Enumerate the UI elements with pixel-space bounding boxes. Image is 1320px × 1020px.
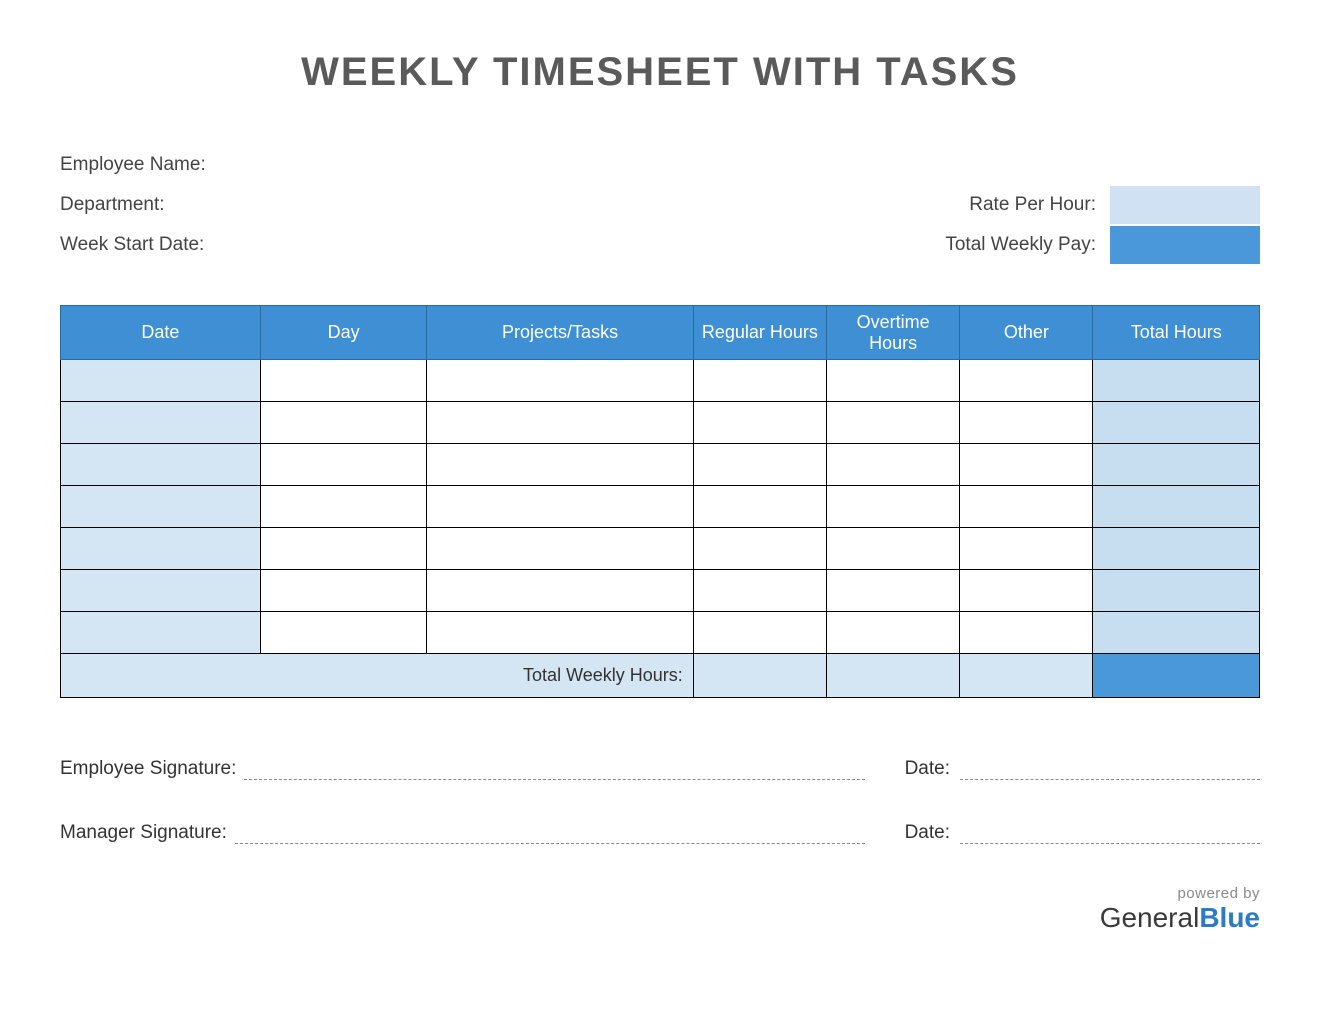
table-row: [61, 402, 1260, 444]
day-cell[interactable]: [260, 570, 427, 612]
manager-signature-line[interactable]: [235, 822, 865, 844]
date-cell[interactable]: [61, 528, 261, 570]
employee-signature-row: Employee Signature: Date:: [60, 758, 1260, 780]
meta-section: Employee Name: Department: Week Start Da…: [60, 145, 1260, 265]
col-ot-header: Overtime Hours: [827, 306, 960, 360]
regular-cell[interactable]: [693, 486, 826, 528]
employee-signature-label: Employee Signature:: [60, 758, 236, 780]
meta-left: Employee Name: Department: Week Start Da…: [60, 145, 206, 265]
col-reg-header: Regular Hours: [693, 306, 826, 360]
table-row: [61, 570, 1260, 612]
timesheet-table: Date Day Projects/Tasks Regular Hours Ov…: [60, 305, 1260, 698]
date-cell[interactable]: [61, 444, 261, 486]
regular-cell[interactable]: [693, 528, 826, 570]
total-cell[interactable]: [1093, 570, 1260, 612]
day-cell[interactable]: [260, 528, 427, 570]
table-row: [61, 528, 1260, 570]
day-cell[interactable]: [260, 444, 427, 486]
projects-cell[interactable]: [427, 444, 693, 486]
date-cell[interactable]: [61, 486, 261, 528]
manager-signature-label: Manager Signature:: [60, 822, 227, 844]
table-row: [61, 486, 1260, 528]
overtime-cell[interactable]: [827, 486, 960, 528]
department-label: Department:: [60, 194, 165, 216]
day-cell[interactable]: [260, 360, 427, 402]
total-weekly-hours-label: Total Weekly Hours:: [61, 654, 694, 698]
regular-cell[interactable]: [693, 360, 826, 402]
total-cell[interactable]: [1093, 486, 1260, 528]
week-start-label: Week Start Date:: [60, 234, 204, 256]
date-cell[interactable]: [61, 570, 261, 612]
other-cell[interactable]: [960, 612, 1093, 654]
date-cell[interactable]: [61, 402, 261, 444]
table-row: [61, 444, 1260, 486]
branding: powered by GeneralBlue: [60, 886, 1260, 933]
other-cell[interactable]: [960, 570, 1093, 612]
powered-by-label: powered by: [60, 886, 1260, 903]
total-cell[interactable]: [1093, 612, 1260, 654]
col-proj-header: Projects/Tasks: [427, 306, 693, 360]
employee-sig-date-label: Date:: [905, 758, 950, 780]
total-cell[interactable]: [1093, 360, 1260, 402]
regular-cell[interactable]: [693, 402, 826, 444]
projects-cell[interactable]: [427, 570, 693, 612]
other-cell[interactable]: [960, 486, 1093, 528]
col-total-header: Total Hours: [1093, 306, 1260, 360]
day-cell[interactable]: [260, 402, 427, 444]
other-cell[interactable]: [960, 528, 1093, 570]
grand-total-cell: [1093, 654, 1260, 698]
projects-cell[interactable]: [427, 528, 693, 570]
generalblue-logo: GeneralBlue: [60, 903, 1260, 934]
meta-right: Rate Per Hour: Total Weekly Pay:: [945, 145, 1260, 265]
regular-cell[interactable]: [693, 444, 826, 486]
overtime-cell[interactable]: [827, 402, 960, 444]
overtime-cell[interactable]: [827, 612, 960, 654]
logo-text-right: Blue: [1199, 902, 1260, 933]
projects-cell[interactable]: [427, 360, 693, 402]
table-header-row: Date Day Projects/Tasks Regular Hours Ov…: [61, 306, 1260, 360]
total-cell[interactable]: [1093, 444, 1260, 486]
regular-cell[interactable]: [693, 570, 826, 612]
total-regular-cell: [693, 654, 826, 698]
overtime-cell[interactable]: [827, 528, 960, 570]
overtime-cell[interactable]: [827, 360, 960, 402]
date-cell[interactable]: [61, 360, 261, 402]
date-cell[interactable]: [61, 612, 261, 654]
projects-cell[interactable]: [427, 402, 693, 444]
col-other-header: Other: [960, 306, 1093, 360]
day-cell[interactable]: [260, 486, 427, 528]
regular-cell[interactable]: [693, 612, 826, 654]
employee-signature-line[interactable]: [244, 758, 864, 780]
total-cell[interactable]: [1093, 528, 1260, 570]
rate-per-hour-field[interactable]: [1110, 186, 1260, 224]
table-row: [61, 360, 1260, 402]
total-overtime-cell: [827, 654, 960, 698]
overtime-cell[interactable]: [827, 444, 960, 486]
other-cell[interactable]: [960, 402, 1093, 444]
manager-sig-date-line[interactable]: [960, 822, 1260, 844]
signatures-section: Employee Signature: Date: Manager Signat…: [60, 758, 1260, 844]
day-cell[interactable]: [260, 612, 427, 654]
table-row: [61, 612, 1260, 654]
table-footer-row: Total Weekly Hours:: [61, 654, 1260, 698]
rate-per-hour-label: Rate Per Hour:: [969, 194, 1096, 216]
overtime-cell[interactable]: [827, 570, 960, 612]
projects-cell[interactable]: [427, 612, 693, 654]
employee-sig-date-line[interactable]: [960, 758, 1260, 780]
col-date-header: Date: [61, 306, 261, 360]
total-weekly-pay-label: Total Weekly Pay:: [945, 234, 1096, 256]
page-title: WEEKLY TIMESHEET WITH TASKS: [60, 50, 1260, 95]
manager-signature-row: Manager Signature: Date:: [60, 822, 1260, 844]
other-cell[interactable]: [960, 444, 1093, 486]
manager-sig-date-label: Date:: [905, 822, 950, 844]
other-cell[interactable]: [960, 360, 1093, 402]
total-weekly-pay-field: [1110, 226, 1260, 264]
total-other-cell: [960, 654, 1093, 698]
total-cell[interactable]: [1093, 402, 1260, 444]
employee-name-label: Employee Name:: [60, 154, 206, 176]
timesheet-document: WEEKLY TIMESHEET WITH TASKS Employee Nam…: [0, 0, 1320, 954]
projects-cell[interactable]: [427, 486, 693, 528]
col-day-header: Day: [260, 306, 427, 360]
logo-text-left: General: [1100, 902, 1200, 933]
